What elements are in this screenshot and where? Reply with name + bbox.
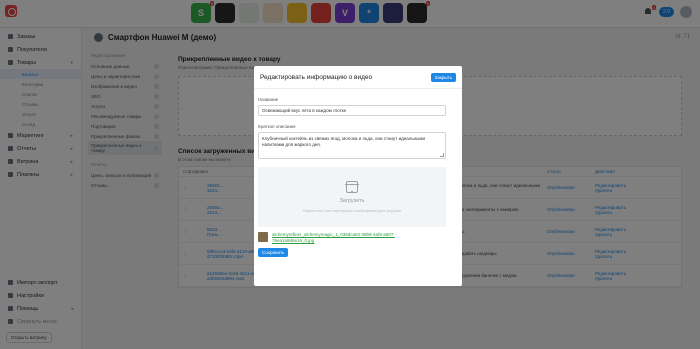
save-button[interactable]: Сохранить [258, 248, 289, 257]
edit-video-modal: Редактировать информацию о видео Закрыть… [254, 66, 462, 286]
file-thumbnail[interactable] [258, 232, 268, 242]
description-field[interactable]: Клубничный коктейль из свежих ягод, моло… [258, 132, 446, 159]
image-dropzone[interactable]: Загрузить Разместите или перетащите изоб… [258, 167, 446, 227]
dropzone-hint: Разместите или перетащите изображения дл… [303, 209, 401, 213]
file-link[interactable]: alchemyrefiner_alchemymagic_1_038dca63-3… [272, 232, 412, 244]
description-label: Краткое описание [258, 124, 296, 129]
upload-icon [345, 181, 359, 193]
close-button[interactable]: Закрыть [430, 72, 456, 82]
name-label: Название [258, 97, 279, 102]
modal-body: Название Освежающий вкус лета в каждом г… [254, 89, 462, 262]
name-field[interactable]: Освежающий вкус лета в каждом глотке [258, 105, 446, 116]
attached-file: alchemyrefiner_alchemymagic_1_038dca63-3… [258, 232, 458, 244]
dropzone-title: Загрузить [339, 198, 365, 204]
modal-header: Редактировать информацию о видео Закрыть [254, 66, 462, 89]
modal-title: Редактировать информацию о видео [260, 73, 373, 81]
